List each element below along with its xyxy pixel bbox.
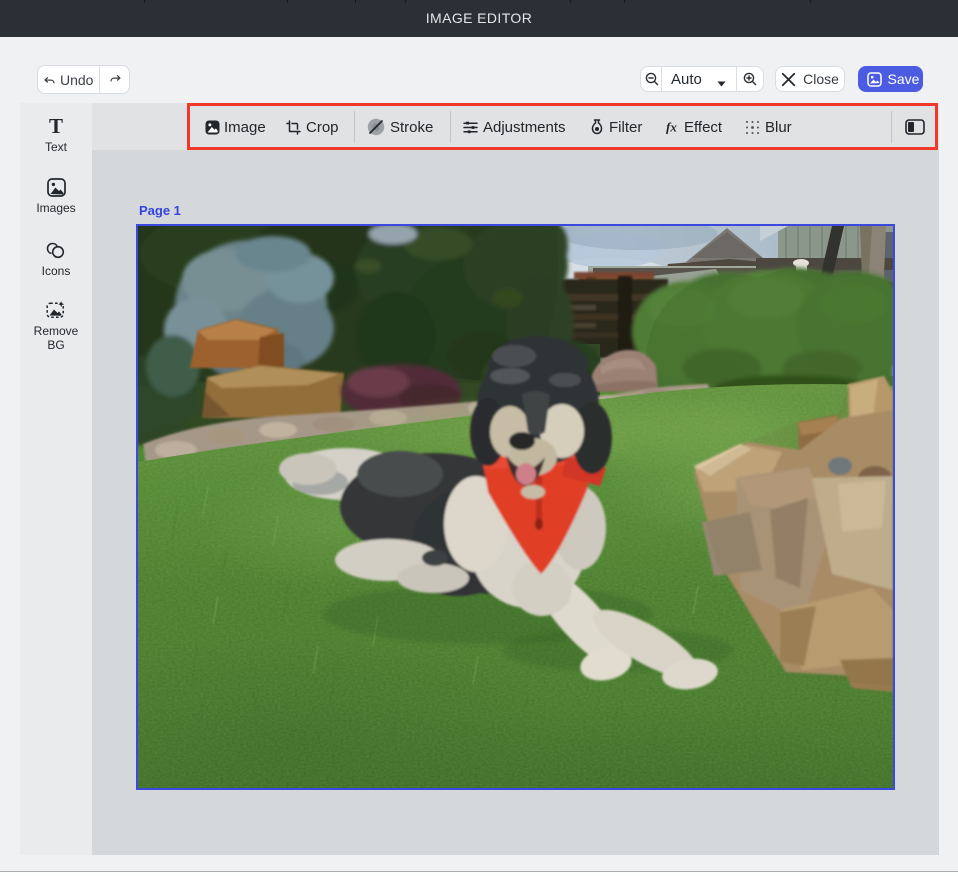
svg-text:T: T: [49, 116, 63, 136]
